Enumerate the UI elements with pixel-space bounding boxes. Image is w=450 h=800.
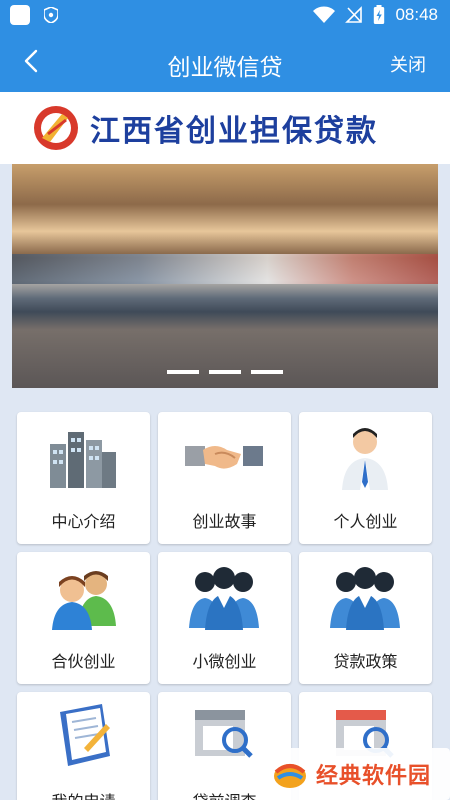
document-pen-icon	[60, 704, 110, 766]
tile-label: 合伙创业	[51, 652, 116, 671]
carousel-dot-1[interactable]	[167, 370, 199, 374]
tile-label: 小微创业	[192, 652, 257, 671]
clock: 08:48	[395, 5, 438, 24]
group-icon	[330, 567, 400, 630]
tile-micro-startup[interactable]: 小微创业	[158, 552, 291, 684]
tile-loan-policy[interactable]: 贷款政策	[299, 552, 432, 684]
battery-charging-icon	[374, 5, 385, 24]
tile-label: 创业故事	[192, 512, 257, 531]
businessman-icon	[342, 428, 388, 490]
shield-icon	[44, 7, 58, 23]
organization-banner: 江西省创业担保贷款	[0, 92, 450, 164]
tile-my-application[interactable]: 我的申请	[17, 692, 150, 800]
handshake-icon	[185, 446, 263, 469]
watermark-text: 经典软件园	[316, 764, 432, 789]
team-icon	[189, 567, 259, 630]
tile-personal-startup[interactable]: 个人创业	[299, 412, 432, 544]
watermark-logo-icon	[274, 764, 306, 788]
close-button[interactable]: 关闭	[390, 51, 426, 77]
wifi-icon	[313, 6, 336, 23]
tile-startup-stories[interactable]: 创业故事	[158, 412, 291, 544]
status-bar: 08:48	[0, 0, 450, 30]
carousel-dot-3[interactable]	[251, 370, 283, 374]
no-signal-icon	[345, 6, 363, 23]
watermark: 经典软件园	[262, 748, 450, 800]
partners-icon	[52, 571, 116, 630]
tile-label: 个人创业	[333, 512, 398, 531]
guarantee-logo-icon	[34, 106, 78, 150]
page-title: 创业微信贷	[167, 55, 283, 81]
feature-grid: 中心介绍 创业故事 个人创业 合伙创业 小微创业 贷款政策	[17, 412, 433, 800]
notification-app-icon	[10, 5, 30, 25]
carousel-dot-2[interactable]	[209, 370, 241, 374]
carousel-image-motion	[12, 254, 438, 284]
image-carousel[interactable]	[12, 164, 438, 388]
store-search-icon	[195, 710, 253, 758]
tile-label: 中心介绍	[51, 512, 116, 531]
buildings-icon	[50, 432, 116, 488]
carousel-indicators	[12, 370, 438, 374]
tile-center-intro[interactable]: 中心介绍	[17, 412, 150, 544]
tile-partnership-startup[interactable]: 合伙创业	[17, 552, 150, 684]
app-header: 创业微信贷 关闭	[0, 30, 450, 92]
tile-label: 贷款政策	[333, 652, 398, 671]
banner-title: 江西省创业担保贷款	[90, 114, 378, 149]
tile-label: 我的申请	[17, 788, 150, 800]
